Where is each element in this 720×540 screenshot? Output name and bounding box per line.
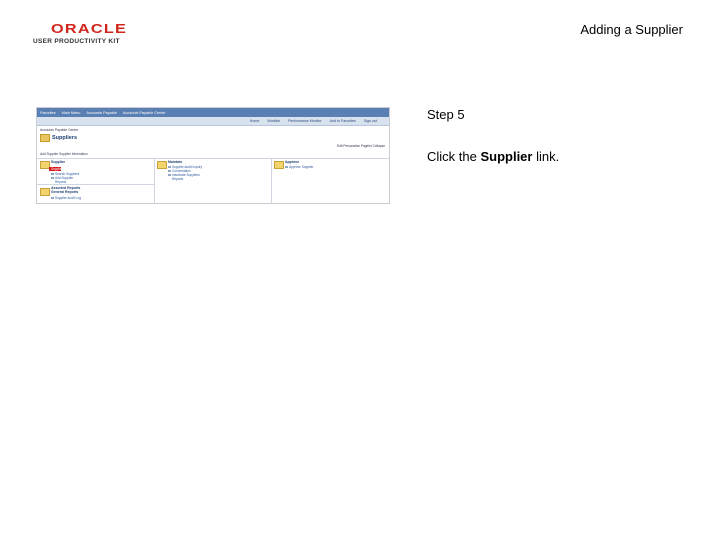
instruction-suffix: link. xyxy=(532,149,560,164)
link-bullet-icon xyxy=(285,166,288,168)
suppliers-icon xyxy=(40,134,50,142)
supplier-reports-link[interactable]: Reports xyxy=(55,180,66,184)
link-performance-monitor[interactable]: Performance Monitor xyxy=(288,119,322,123)
approve-supplier-link-label: Approve Supplier xyxy=(289,165,314,169)
link-add-to-favorites[interactable]: Add to Favorites xyxy=(330,119,356,123)
link-bullet-icon xyxy=(168,166,171,168)
supplier-link-label: Supplier xyxy=(51,167,63,171)
grid-divider xyxy=(271,158,272,203)
top-menu-bar: Favorites Main Menu Accounts Payable Acc… xyxy=(37,108,389,117)
group-title-approve: Approve xyxy=(285,160,300,164)
breadcrumb: Accounts Payable Center xyxy=(40,128,79,132)
approve-supplier-link[interactable]: Approve Supplier xyxy=(285,165,313,169)
folder-icon xyxy=(157,161,167,169)
oracle-wordmark: ORACLE xyxy=(51,21,128,36)
maintain-reports-link[interactable]: Reports xyxy=(172,177,183,181)
link-bullet-icon xyxy=(168,174,171,176)
link-home[interactable]: Home xyxy=(250,119,260,123)
supplier-link[interactable]: Supplier xyxy=(51,167,63,171)
grid-divider xyxy=(37,184,154,185)
supplier-reports-link-label: Reports xyxy=(55,180,67,184)
group-title-supplier: Supplier xyxy=(51,160,66,164)
group-title-reports: Assorted Reports General Reports xyxy=(51,186,81,194)
folder-icon xyxy=(274,161,284,169)
link-bullet-icon xyxy=(51,177,54,179)
link-sign-out[interactable]: Sign out xyxy=(364,119,377,123)
grid-divider xyxy=(154,158,155,203)
grid-divider xyxy=(37,158,389,159)
link-bullet-icon xyxy=(168,170,171,172)
personalize-links[interactable]: Edit Personalize Pagelet Collapse xyxy=(337,144,385,148)
menu-favorites[interactable]: Favorites xyxy=(40,111,56,115)
link-worklist[interactable]: Worklist xyxy=(267,119,280,123)
menu-accounts-payable[interactable]: Accounts Payable xyxy=(86,111,116,115)
sub-header: Add Supplier Supplier Information xyxy=(40,152,88,156)
instruction-bold-term: Supplier xyxy=(480,149,533,164)
menu-main-menu[interactable]: Main Menu xyxy=(62,111,81,115)
oracle-upk-logo: ORACLE USER PRODUCTIVITY KIT xyxy=(33,22,128,48)
page-title: Suppliers xyxy=(52,135,78,141)
maintain-reports-link-label: Reports xyxy=(172,177,184,181)
link-bullet-icon xyxy=(51,197,54,199)
step-label: Step 5 xyxy=(427,107,465,122)
folder-icon xyxy=(40,188,50,196)
supplier-audit-log-link[interactable]: Supplier Audit Log xyxy=(51,196,81,200)
page-title-row: Suppliers xyxy=(40,134,77,142)
document-title: Adding a Supplier xyxy=(580,22,683,37)
header-links-bar: Home Worklist Performance Monitor Add to… xyxy=(37,117,389,126)
menu-ap-center[interactable]: Accounts Payable Center xyxy=(123,111,166,115)
link-bullet-icon xyxy=(51,173,54,175)
step-instruction: Click the Supplier link. xyxy=(427,149,559,164)
supplier-audit-log-link-label: Supplier Audit Log xyxy=(55,196,81,200)
upk-wordmark: USER PRODUCTIVITY KIT xyxy=(33,38,120,45)
application-screenshot: Favorites Main Menu Accounts Payable Acc… xyxy=(36,107,390,204)
instruction-prefix: Click the xyxy=(427,149,481,164)
group-title-maintain: Maintain xyxy=(168,160,183,164)
